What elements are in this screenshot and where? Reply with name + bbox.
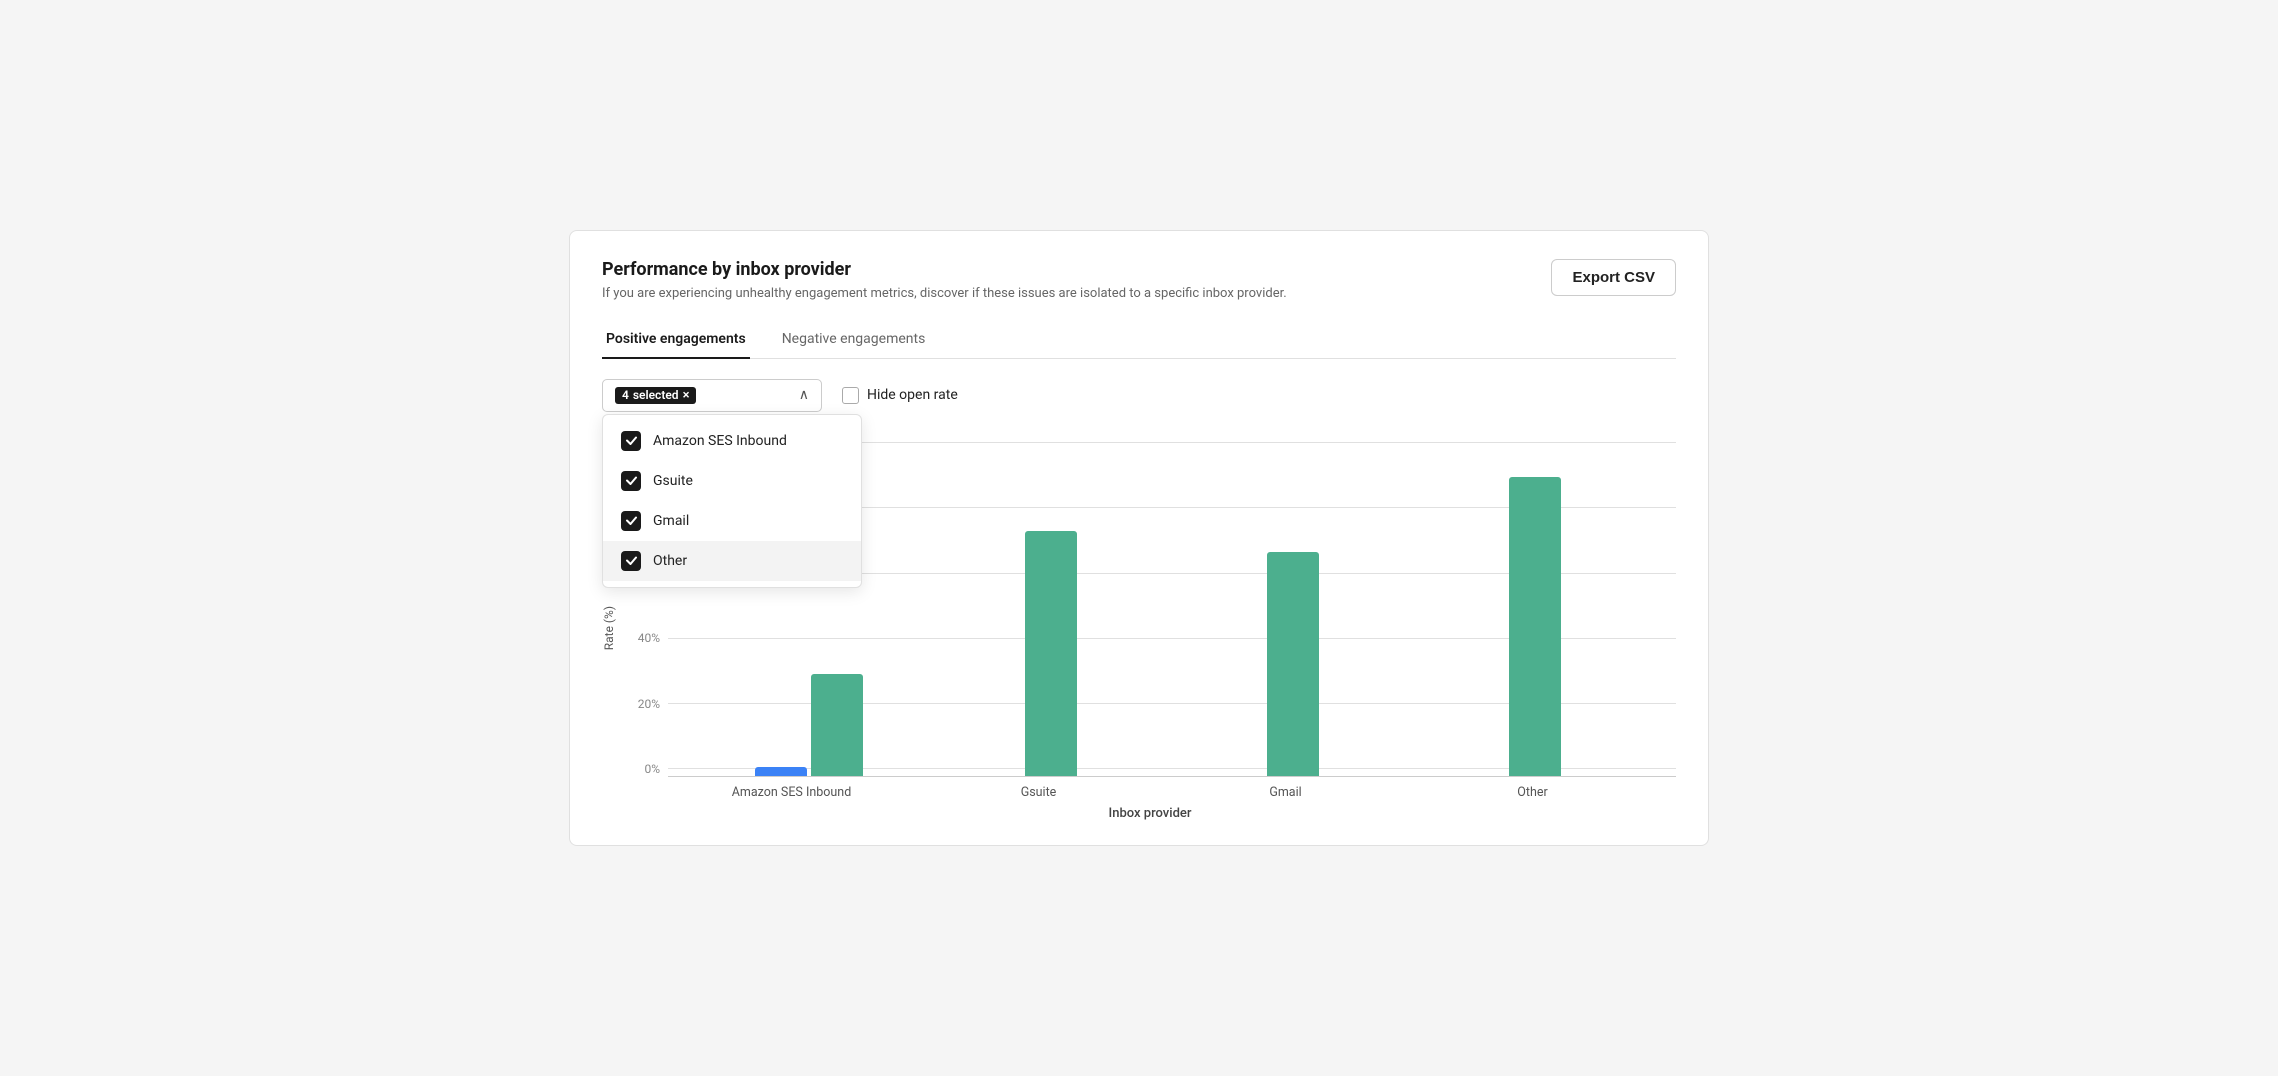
checkbox-gsuite[interactable] <box>621 471 641 491</box>
tabs-bar: Positive engagements Negative engagement… <box>602 321 1676 359</box>
chevron-up-icon: ∧ <box>799 387 809 403</box>
x-axis-title: Inbox provider <box>624 806 1676 821</box>
checkbox-other[interactable] <box>621 551 641 571</box>
checkbox-amazon-ses[interactable] <box>621 431 641 451</box>
dropdown-item-gsuite-label: Gsuite <box>653 473 693 489</box>
x-label-amazon-ses: Amazon SES Inbound <box>712 785 872 800</box>
tab-negative-engagements[interactable]: Negative engagements <box>778 321 930 359</box>
dropdown-item-amazon-ses[interactable]: Amazon SES Inbound <box>603 421 861 461</box>
bar-bars-other <box>1455 477 1615 776</box>
dropdown-item-gmail-label: Gmail <box>653 513 689 529</box>
export-csv-button[interactable]: Export CSV <box>1551 259 1676 296</box>
bar-group-gmail <box>1213 552 1373 776</box>
bar-green-gsuite <box>1025 531 1077 776</box>
bar-group-other <box>1455 477 1615 776</box>
controls-row: 4 selected × ∧ Amazon SES Inbound <box>602 379 1676 412</box>
bar-group-amazon-ses <box>729 674 889 776</box>
grid-label-0: 0% <box>624 762 660 776</box>
performance-card: Performance by inbox provider If you are… <box>569 230 1709 846</box>
dropdown-item-gmail[interactable]: Gmail <box>603 501 861 541</box>
grid-label-20: 20% <box>624 697 660 711</box>
provider-dropdown-wrapper: 4 selected × ∧ Amazon SES Inbound <box>602 379 822 412</box>
bar-group-gsuite <box>971 531 1131 776</box>
bar-green-other <box>1509 477 1561 776</box>
bar-green-amazon-ses <box>811 674 863 776</box>
hide-open-rate-label[interactable]: Hide open rate <box>842 387 958 404</box>
provider-dropdown-menu: Amazon SES Inbound Gsuite <box>602 414 862 588</box>
hide-open-rate-text: Hide open rate <box>867 387 958 403</box>
dropdown-item-other-label: Other <box>653 553 687 569</box>
dropdown-item-amazon-ses-label: Amazon SES Inbound <box>653 433 787 449</box>
bar-bars-amazon-ses <box>729 674 889 776</box>
grid-label-40: 40% <box>624 631 660 645</box>
card-subtitle: If you are experiencing unhealthy engage… <box>602 286 1287 301</box>
x-label-gmail: Gmail <box>1206 785 1366 800</box>
title-block: Performance by inbox provider If you are… <box>602 259 1287 301</box>
checkbox-gmail[interactable] <box>621 511 641 531</box>
bar-green-gmail <box>1267 552 1319 776</box>
dropdown-item-other[interactable]: Other <box>603 541 861 581</box>
card-title: Performance by inbox provider <box>602 259 1287 280</box>
x-axis-labels: Amazon SES Inbound Gsuite Gmail Other <box>624 777 1676 800</box>
y-axis-label: Rate (%) <box>602 606 616 650</box>
bar-bars-gmail <box>1213 552 1373 776</box>
x-label-other: Other <box>1453 785 1613 800</box>
selected-label: selected <box>633 388 679 402</box>
bar-blue-amazon-ses <box>755 767 807 776</box>
x-label-gsuite: Gsuite <box>959 785 1119 800</box>
dropdown-trigger-left: 4 selected × <box>615 387 696 404</box>
provider-dropdown-trigger[interactable]: 4 selected × ∧ <box>602 379 822 412</box>
card-header: Performance by inbox provider If you are… <box>602 259 1676 301</box>
tab-positive-engagements[interactable]: Positive engagements <box>602 321 750 359</box>
selected-badge: 4 selected × <box>615 387 696 404</box>
dropdown-item-gsuite[interactable]: Gsuite <box>603 461 861 501</box>
bar-bars-gsuite <box>971 531 1131 776</box>
hide-open-rate-checkbox[interactable] <box>842 387 859 404</box>
selected-count: 4 <box>622 388 629 402</box>
badge-clear-icon[interactable]: × <box>683 388 690 403</box>
